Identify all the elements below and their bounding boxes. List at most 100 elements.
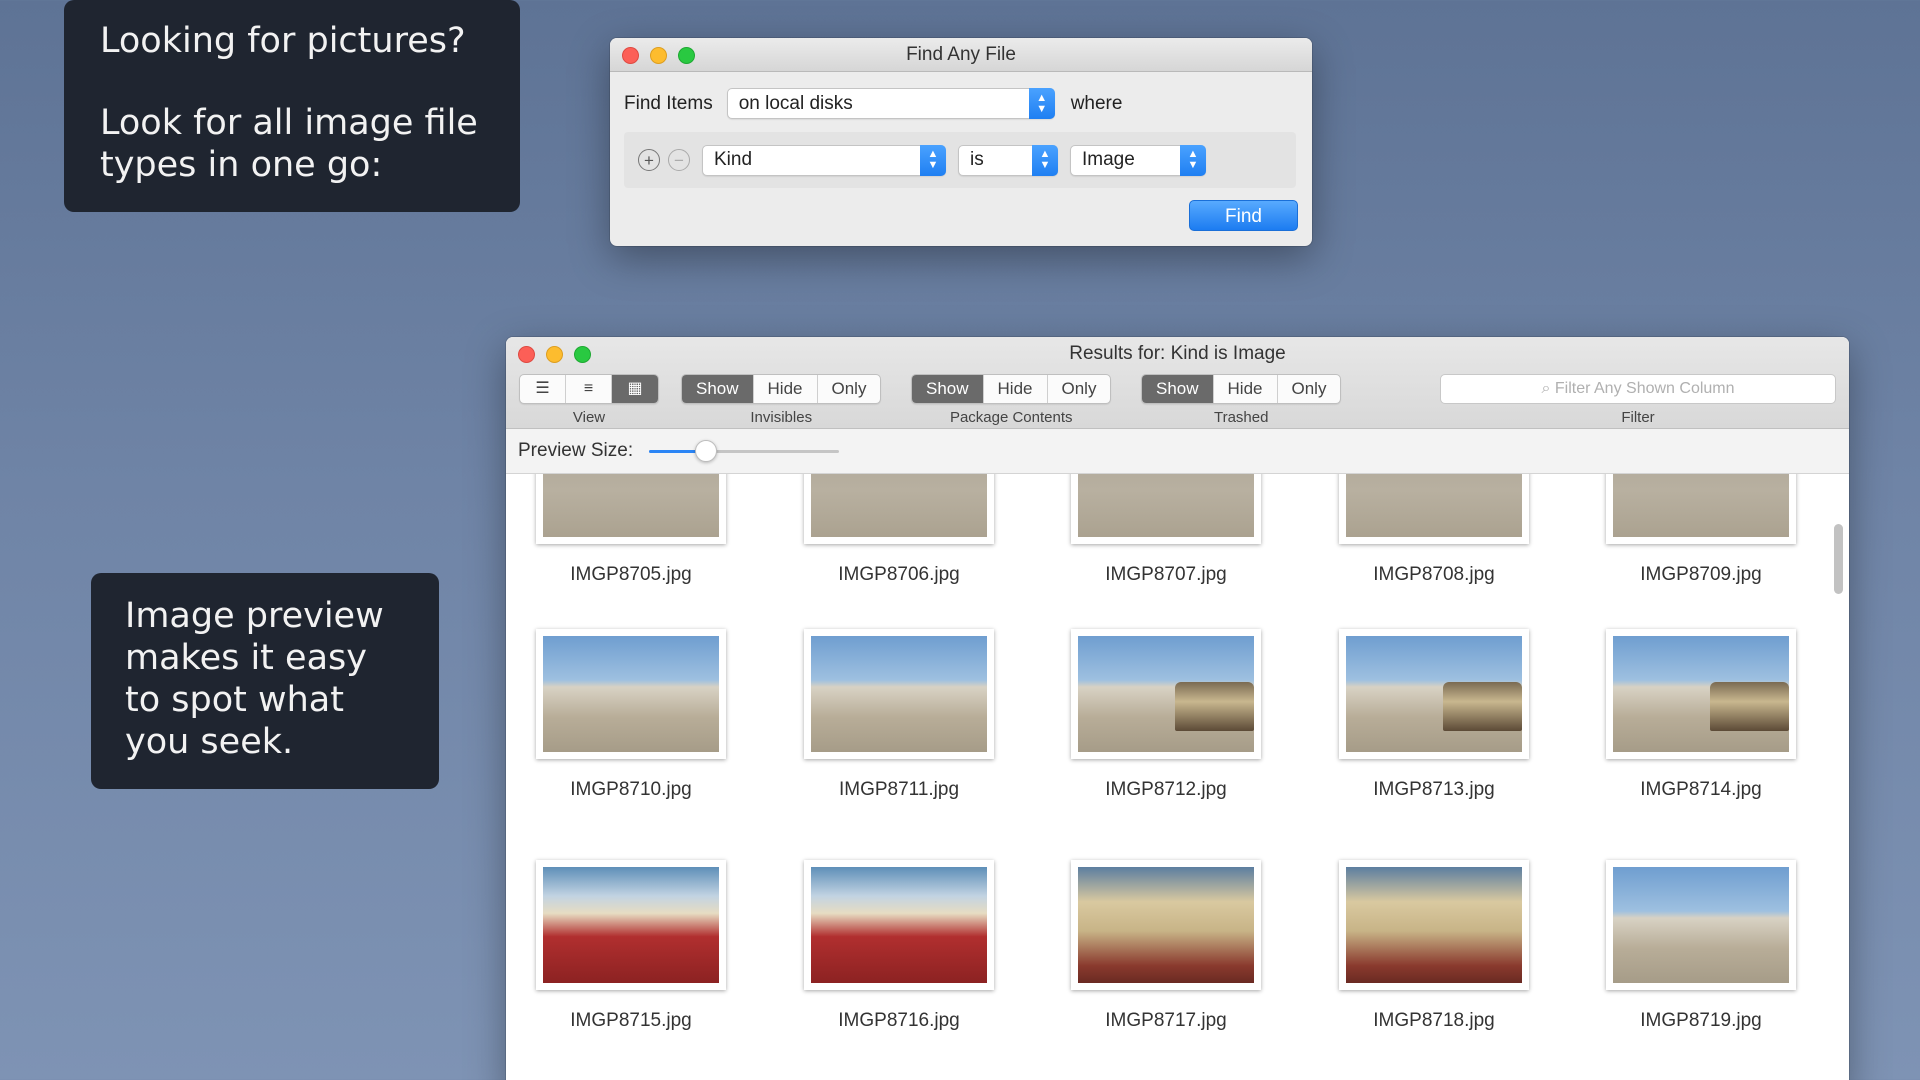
package-only-button[interactable]: Only [1048, 375, 1111, 403]
file-thumbnail[interactable] [536, 474, 726, 544]
file-name: IMGP8705.jpg [570, 564, 692, 585]
file-tile[interactable]: IMGP8715.jpg [536, 860, 726, 1032]
find-any-file-window: Find Any File Find Items on local disks … [610, 38, 1312, 246]
file-thumbnail[interactable] [1606, 629, 1796, 759]
file-tile[interactable]: IMGP8711.jpg [804, 629, 994, 801]
file-thumbnail[interactable] [1339, 860, 1529, 990]
package-show-button[interactable]: Show [912, 375, 984, 403]
callout-image-preview: Image preview makes it easy to spot what… [91, 573, 439, 789]
file-thumbnail[interactable] [1071, 474, 1261, 544]
window-title: Results for: Kind is Image [1069, 343, 1286, 364]
file-thumbnail[interactable] [1339, 629, 1529, 759]
file-tile[interactable]: IMGP8709.jpg [1606, 474, 1796, 586]
criteria-value: Image [1082, 149, 1135, 170]
file-tile[interactable]: IMGP8710.jpg [536, 629, 726, 801]
trashed-control: Show Hide Only Trashed [1141, 374, 1342, 426]
file-tile[interactable]: IMGP8714.jpg [1606, 629, 1796, 801]
file-name: IMGP8718.jpg [1373, 1010, 1495, 1031]
file-name: IMGP8712.jpg [1105, 779, 1227, 800]
chevron-updown-icon: ▲ ▼ [1028, 88, 1055, 119]
minimize-button[interactable] [546, 346, 563, 363]
file-thumbnail[interactable] [1606, 474, 1796, 544]
file-name: IMGP8707.jpg [1105, 564, 1227, 585]
invisibles-show-button[interactable]: Show [682, 375, 754, 403]
operator-popup[interactable]: is ▲ ▼ [958, 144, 1058, 176]
slider-knob[interactable] [695, 440, 718, 462]
invisibles-only-button[interactable]: Only [818, 375, 881, 403]
package-contents-control: Show Hide Only Package Contents [911, 374, 1112, 426]
file-tile[interactable]: IMGP8707.jpg [1071, 474, 1261, 586]
file-tile[interactable]: IMGP8713.jpg [1339, 629, 1529, 801]
view-label: View [572, 409, 606, 426]
file-tile[interactable]: IMGP8717.jpg [1071, 860, 1261, 1032]
file-name: IMGP8715.jpg [570, 1010, 692, 1031]
file-name: IMGP8719.jpg [1640, 1010, 1762, 1031]
find-button[interactable]: Find [1189, 200, 1298, 231]
file-thumbnail[interactable] [1339, 474, 1529, 544]
file-thumbnail[interactable] [1071, 860, 1261, 990]
icon-view-icon[interactable]: ▦ [612, 375, 658, 403]
file-thumbnail[interactable] [804, 629, 994, 759]
trashed-show-button[interactable]: Show [1142, 375, 1214, 403]
outline-view-icon[interactable]: ≡ [566, 375, 612, 403]
remove-criteria-icon[interactable]: − [668, 149, 690, 171]
file-thumbnail[interactable] [804, 860, 994, 990]
filter-search-field[interactable]: ⌕ Filter Any Shown Column [1440, 374, 1836, 404]
invisibles-control: Show Hide Only Invisibles [681, 374, 882, 426]
filter-label: Filter [1621, 409, 1655, 426]
file-thumbnail[interactable] [536, 860, 726, 990]
chevron-updown-icon: ▲ ▼ [920, 144, 946, 176]
results-grid: IMGP8705.jpg IMGP8706.jpg IMGP8707.jpg IMGP… [506, 474, 1849, 1064]
file-name: IMGP8711.jpg [838, 779, 960, 800]
file-thumbnail[interactable] [536, 629, 726, 759]
list-view-icon[interactable]: ☰ [520, 375, 566, 403]
location-popup[interactable]: on local disks ▲ ▼ [726, 88, 1055, 119]
callout-line-2: Look for all image file types in one go: [100, 103, 478, 185]
chevron-updown-icon: ▲ ▼ [1180, 144, 1206, 176]
add-criteria-icon[interactable]: + [638, 149, 660, 171]
file-name: IMGP8717.jpg [1105, 1010, 1227, 1031]
invisibles-label: Invisibles [750, 409, 813, 426]
file-thumbnail[interactable] [804, 474, 994, 544]
trashed-only-button[interactable]: Only [1278, 375, 1341, 403]
file-tile[interactable]: IMGP8719.jpg [1606, 860, 1796, 1032]
close-button[interactable] [622, 47, 639, 64]
find-window-titlebar: Find Any File [610, 38, 1312, 72]
close-button[interactable] [518, 346, 535, 363]
value-popup[interactable]: Image ▲ ▼ [1070, 144, 1206, 176]
file-tile[interactable]: IMGP8705.jpg [536, 474, 726, 586]
criteria-row: + − Kind ▲ ▼ is ▲ ▼ Image ▲ ▼ [624, 132, 1296, 188]
zoom-button[interactable] [678, 47, 695, 64]
zoom-button[interactable] [574, 346, 591, 363]
search-icon: ⌕ [1541, 380, 1551, 397]
file-name: IMGP8706.jpg [838, 564, 960, 585]
window-title: Find Any File [906, 44, 1016, 65]
file-tile[interactable]: IMGP8712.jpg [1071, 629, 1261, 801]
chevron-updown-icon: ▲ ▼ [1032, 144, 1058, 176]
view-control: ☰ ≡ ▦ View [519, 374, 659, 426]
file-thumbnail[interactable] [1606, 860, 1796, 990]
results-toolbar: Results for: Kind is Image ☰ ≡ ▦ View Sh… [506, 337, 1849, 429]
package-hide-button[interactable]: Hide [984, 375, 1048, 403]
file-tile[interactable]: IMGP8708.jpg [1339, 474, 1529, 586]
attribute-popup[interactable]: Kind ▲ ▼ [702, 144, 946, 176]
invisibles-hide-button[interactable]: Hide [754, 375, 818, 403]
where-label: where [1070, 92, 1123, 114]
operator-value: is [970, 149, 984, 170]
file-name: IMGP8709.jpg [1640, 564, 1762, 585]
preview-size-slider[interactable] [649, 440, 840, 462]
package-contents-label: Package Contents [949, 409, 1073, 426]
scrollbar-thumb[interactable] [1834, 524, 1843, 594]
file-tile[interactable]: IMGP8716.jpg [804, 860, 994, 1032]
location-value: on local disks [738, 92, 853, 114]
callout-text: Image preview makes it easy to spot what… [125, 596, 384, 762]
file-tile[interactable]: IMGP8718.jpg [1339, 860, 1529, 1032]
results-window: Results for: Kind is Image ☰ ≡ ▦ View Sh… [506, 337, 1849, 1080]
preview-size-label: Preview Size: [518, 440, 634, 461]
callout-find-pictures: Looking for pictures? Look for all image… [64, 0, 520, 212]
trashed-hide-button[interactable]: Hide [1214, 375, 1278, 403]
minimize-button[interactable] [650, 47, 667, 64]
file-tile[interactable]: IMGP8706.jpg [804, 474, 994, 586]
file-name: IMGP8714.jpg [1640, 779, 1762, 800]
file-thumbnail[interactable] [1071, 629, 1261, 759]
